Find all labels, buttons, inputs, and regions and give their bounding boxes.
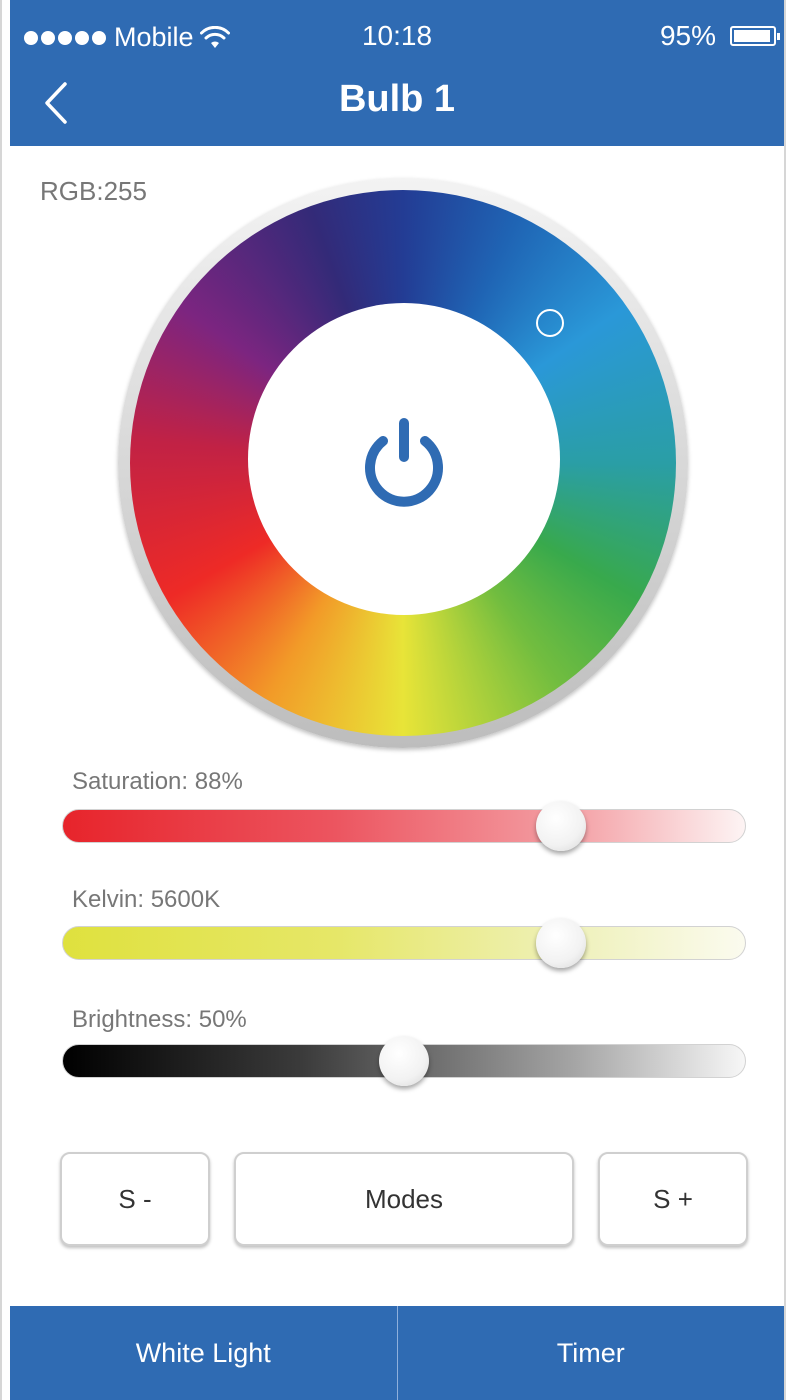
tab-timer[interactable]: Timer — [398, 1306, 785, 1400]
page-title: Bulb 1 — [338, 78, 456, 120]
battery-icon — [730, 26, 780, 46]
saturation-label: Saturation: 88% — [72, 768, 243, 795]
status-battery: 95% — [659, 20, 780, 52]
battery-percentage: 95% — [659, 20, 716, 51]
power-icon — [365, 418, 443, 507]
tab-white-light[interactable]: White Light — [10, 1306, 397, 1400]
saturation-slider[interactable] — [62, 809, 746, 843]
color-wheel[interactable] — [118, 178, 688, 748]
brightness-slider-thumb[interactable] — [379, 1036, 429, 1086]
bottom-tab-bar: White Light Timer — [10, 1306, 784, 1400]
power-button[interactable] — [344, 403, 464, 523]
kelvin-slider[interactable] — [62, 926, 746, 960]
color-selector-handle[interactable] — [536, 309, 564, 337]
saturation-slider-thumb[interactable] — [536, 801, 587, 851]
brightness-label: Brightness: 50% — [72, 1006, 247, 1033]
top-bar: Mobile 10:18 95% Bulb 1 — [10, 0, 784, 146]
kelvin-slider-thumb[interactable] — [536, 918, 587, 968]
kelvin-label: Kelvin: 5600K — [72, 886, 221, 913]
modes-button[interactable]: Modes — [234, 1152, 574, 1246]
speed-down-button[interactable]: S - — [60, 1152, 210, 1246]
speed-up-button[interactable]: S + — [598, 1152, 748, 1246]
